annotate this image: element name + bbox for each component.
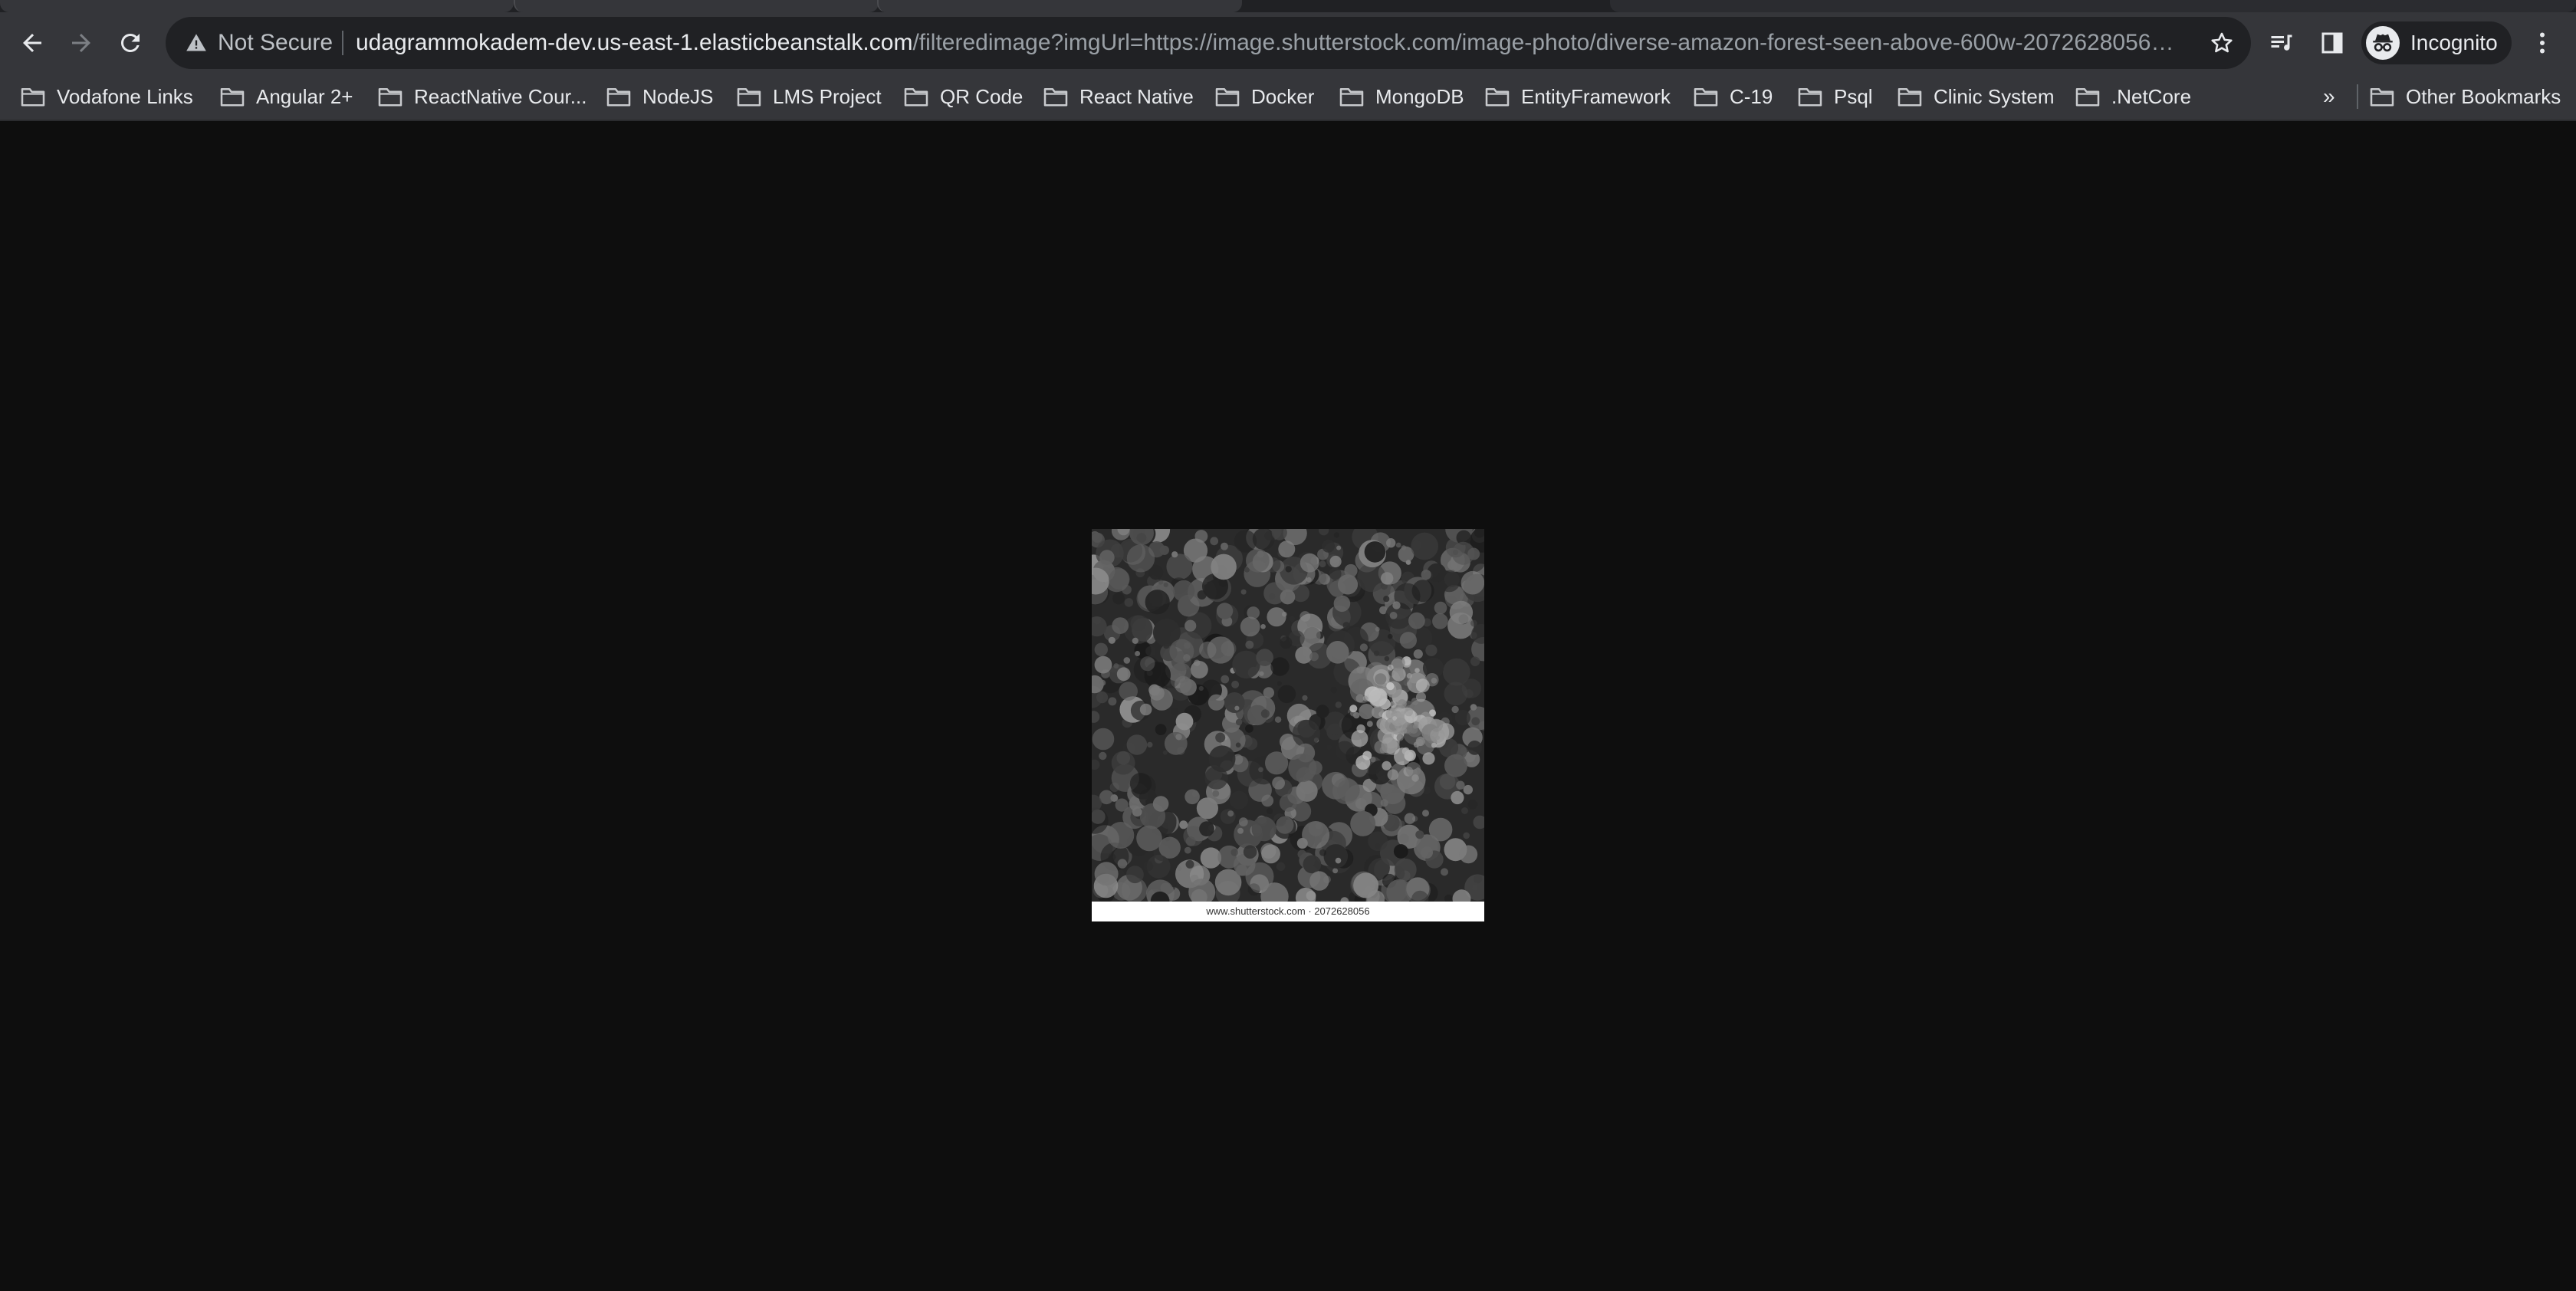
- forest-canopy-image: [1092, 529, 1484, 902]
- bookmark-label: QR Code: [940, 85, 1024, 108]
- bookmark-folder[interactable]: QR Code: [903, 81, 1023, 112]
- warning-triangle-icon[interactable]: [186, 32, 207, 54]
- bookmark-folder[interactable]: LMS Project: [736, 81, 882, 112]
- folder-icon: [2075, 87, 2100, 107]
- bookmarks-overflow-button[interactable]: »: [2323, 81, 2335, 112]
- bookmark-folder[interactable]: Vodafone Links: [20, 81, 193, 112]
- image-watermark-caption: www.shutterstock.com · 2072628056: [1206, 905, 1370, 917]
- folder-icon: [378, 87, 402, 107]
- tab-strip: [0, 0, 2576, 12]
- incognito-icon: [2373, 34, 2393, 52]
- folder-icon: [904, 87, 928, 107]
- folder-icon: [1898, 87, 1922, 107]
- browser-toolbar: Not Secure udagrammokadem-dev.us-east-1.…: [0, 12, 2576, 74]
- bookmark-label: Vodafone Links: [57, 85, 193, 108]
- bookmark-star-button[interactable]: [2203, 25, 2240, 61]
- tab[interactable]: [0, 0, 514, 12]
- folder-icon: [21, 87, 45, 107]
- folder-icon: [1339, 87, 1364, 107]
- bookmark-folder[interactable]: Angular 2+: [219, 81, 353, 112]
- bookmark-label: Psql: [1834, 85, 1873, 108]
- folder-icon: [220, 87, 245, 107]
- bookmark-folder[interactable]: EntityFramework: [1484, 81, 1671, 112]
- folder-icon: [1043, 87, 1068, 107]
- side-panel-icon: [2321, 32, 2343, 54]
- bookmarks-bar: Vodafone Links Angular 2+ ReactNative Co…: [0, 74, 2576, 121]
- arrow-left-icon: [23, 34, 41, 52]
- bookmark-label: Angular 2+: [256, 85, 353, 108]
- other-bookmarks-folder[interactable]: Other Bookmarks: [2369, 81, 2561, 112]
- bookmark-folder[interactable]: React Native: [1043, 81, 1194, 112]
- bookmark-label: .NetCore: [2111, 85, 2192, 108]
- tab[interactable]: [514, 0, 879, 12]
- bookmark-folder[interactable]: Psql: [1797, 81, 1873, 112]
- bookmark-label: C-19: [1730, 85, 1773, 108]
- browser-menu-button[interactable]: [2521, 21, 2564, 64]
- bookmark-folder[interactable]: Docker: [1214, 81, 1314, 112]
- arrow-right-icon: [72, 34, 90, 52]
- filtered-image: www.shutterstock.com · 2072628056: [1092, 529, 1484, 921]
- omnibox-divider: [342, 31, 343, 55]
- tab[interactable]: [877, 0, 1242, 12]
- bookmark-label: MongoDB: [1375, 85, 1464, 108]
- folder-icon: [1694, 87, 1718, 107]
- incognito-avatar: [2366, 26, 2400, 60]
- bookmark-folder[interactable]: Clinic System: [1897, 81, 2054, 112]
- back-button[interactable]: [11, 21, 54, 64]
- profile-button[interactable]: Incognito: [2361, 21, 2512, 64]
- media-control-button[interactable]: [2260, 21, 2303, 64]
- bookmark-folder[interactable]: MongoDB: [1339, 81, 1464, 112]
- star-icon: [2211, 32, 2233, 53]
- bookmark-folder[interactable]: .NetCore: [2075, 81, 2191, 112]
- folder-icon: [1215, 87, 1240, 107]
- folder-icon: [737, 87, 761, 107]
- bookmark-folder[interactable]: C-19: [1693, 81, 1773, 112]
- bookmark-label: Docker: [1251, 85, 1315, 108]
- bookmark-label: ReactNative Cour...: [414, 85, 587, 108]
- url-text[interactable]: udagrammokadem-dev.us-east-1.elasticbean…: [356, 17, 2196, 69]
- bookmark-label: EntityFramework: [1521, 85, 1671, 108]
- profile-label: Incognito: [2410, 31, 2498, 54]
- reload-button[interactable]: [109, 21, 152, 64]
- bookmark-label: React Native: [1079, 85, 1194, 108]
- folder-icon: [1798, 87, 1822, 107]
- bookmark-label: LMS Project: [773, 85, 882, 108]
- folder-icon: [2370, 87, 2394, 107]
- tab-active[interactable]: [1610, 0, 2576, 12]
- security-indicator[interactable]: Not Secure: [218, 17, 333, 69]
- bookmark-label: Other Bookmarks: [2406, 85, 2561, 108]
- bookmark-label: Clinic System: [1934, 85, 2055, 108]
- side-panel-button[interactable]: [2311, 21, 2354, 64]
- kebab-menu-icon: [2540, 32, 2545, 54]
- forward-button[interactable]: [60, 21, 103, 64]
- folder-icon: [606, 87, 631, 107]
- address-bar[interactable]: Not Secure udagrammokadem-dev.us-east-1.…: [166, 17, 2251, 69]
- url-path: /filteredimage?imgUrl=https://image.shut…: [912, 30, 2174, 55]
- bookmark-folder[interactable]: NodeJS: [606, 81, 714, 112]
- bookmark-label: NodeJS: [642, 85, 714, 108]
- media-control-icon: [2271, 34, 2292, 51]
- bookmark-folder[interactable]: ReactNative Cour...: [377, 81, 586, 112]
- bookmarks-divider: [2357, 84, 2358, 109]
- reload-icon: [120, 33, 140, 52]
- folder-icon: [1485, 87, 1510, 107]
- url-host: udagrammokadem-dev.us-east-1.elasticbean…: [356, 30, 913, 55]
